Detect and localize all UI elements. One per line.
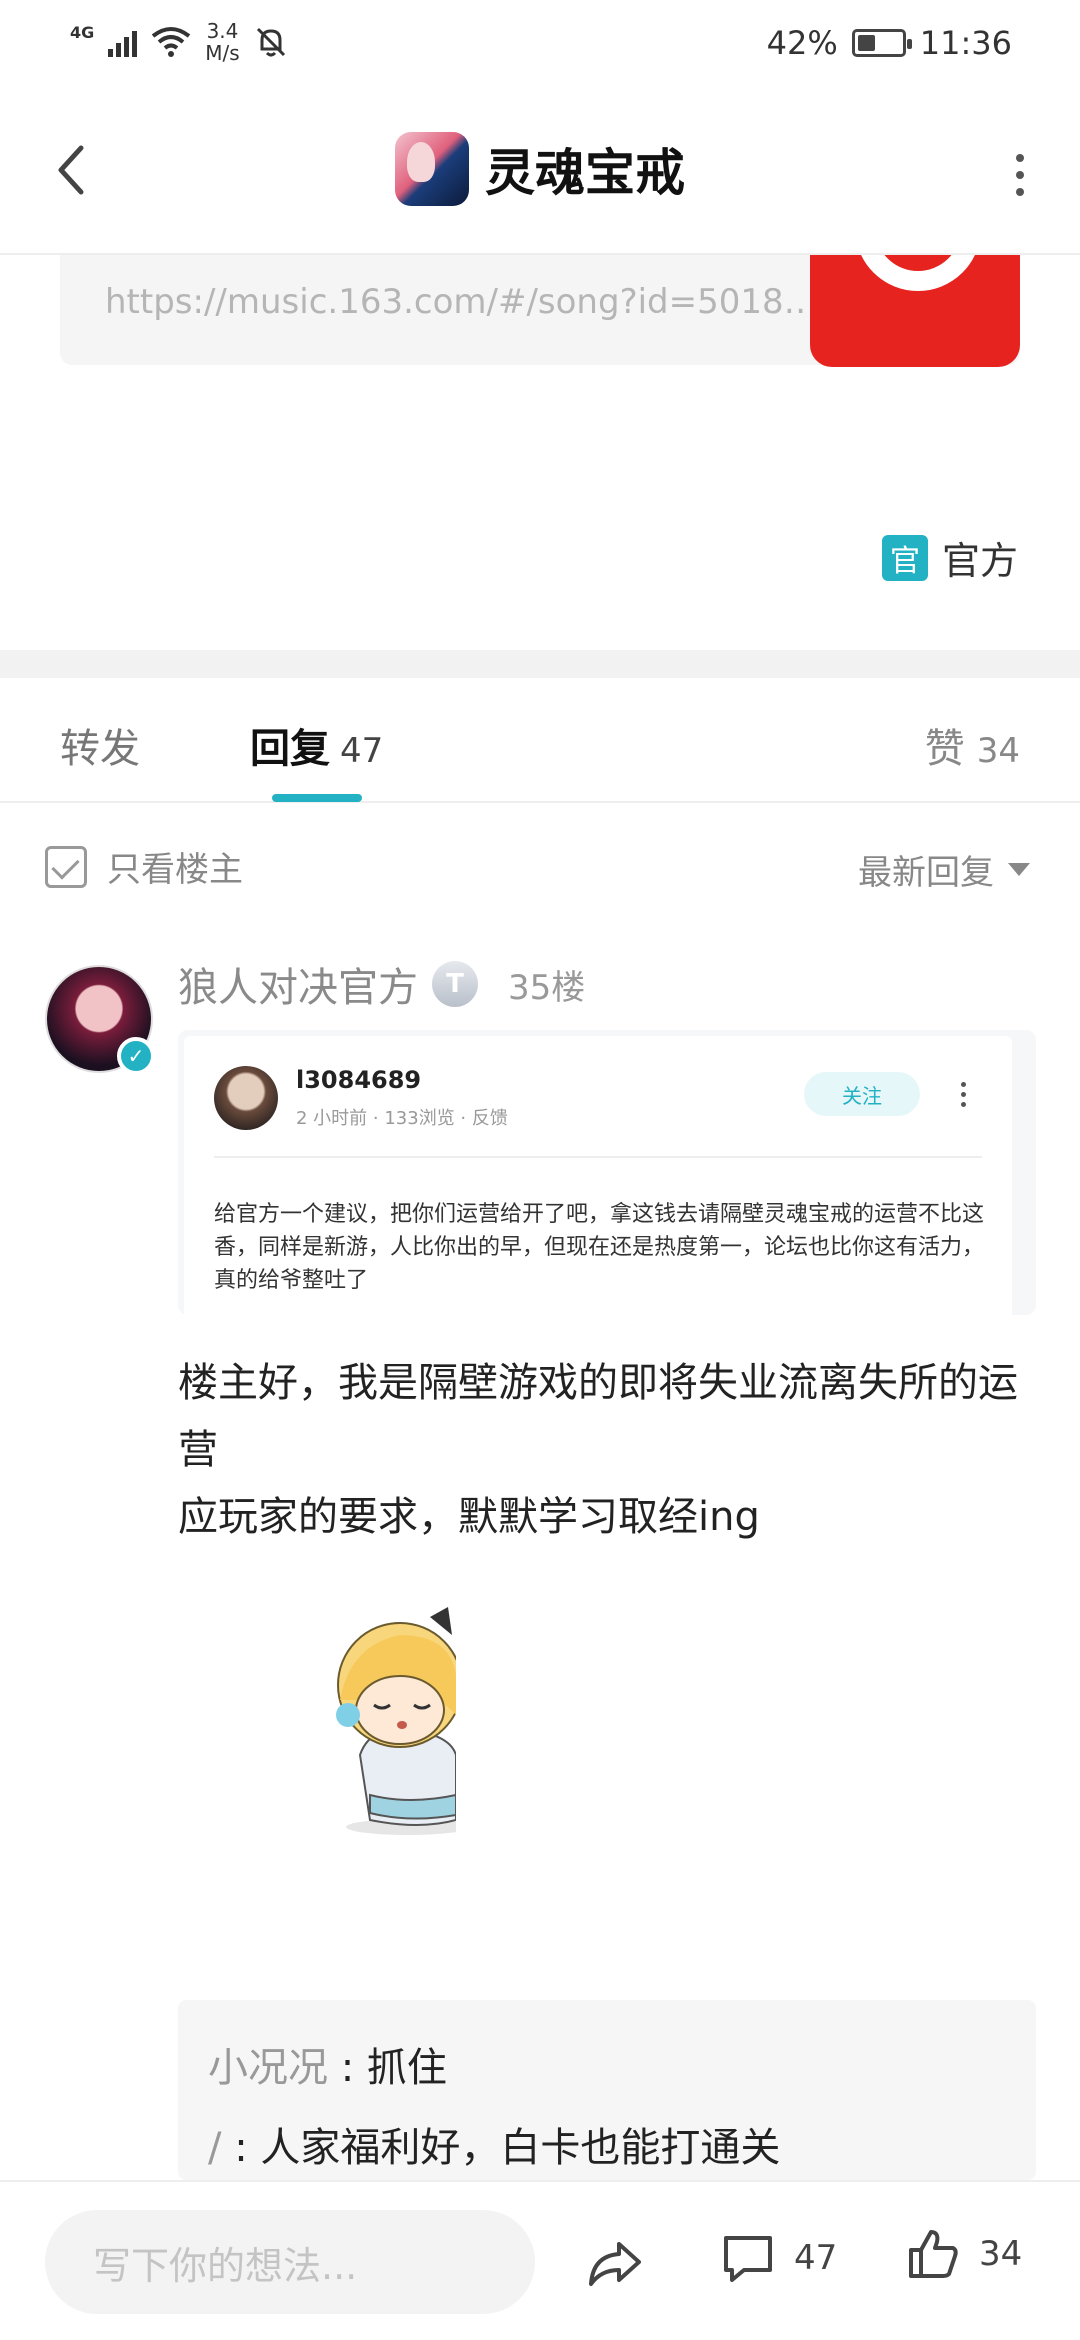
battery-icon xyxy=(851,29,912,57)
section-divider xyxy=(0,650,1080,678)
sub-reply-user[interactable]: 小况况 xyxy=(208,2045,328,2091)
quoted-more-icon xyxy=(956,1074,970,1114)
status-bar: 4G 3.4 M/s 42% 11:36 xyxy=(0,0,1080,90)
tab-reply[interactable]: 回复 47 xyxy=(250,716,383,774)
tab-forward[interactable]: 转发 xyxy=(60,716,140,774)
battery-percent: 42% xyxy=(766,24,838,62)
tab-like-count: 34 xyxy=(976,731,1020,771)
quoted-follow-button: 关注 xyxy=(804,1072,920,1116)
comment-count: 47 xyxy=(794,2238,838,2278)
active-tab-indicator xyxy=(272,794,362,802)
filter-row: 只看楼主 最新回复 xyxy=(0,805,1080,920)
network-type: 4G xyxy=(70,22,95,42)
tab-bar: 转发 回复 47 赞 34 xyxy=(0,678,1080,803)
header: 灵魂宝戒 xyxy=(0,90,1080,255)
only-owner-label: 只看楼主 xyxy=(107,850,243,890)
sub-reply-user[interactable]: / xyxy=(208,2125,221,2171)
title-group[interactable]: 灵魂宝戒 xyxy=(0,132,1080,206)
wifi-icon xyxy=(152,27,191,57)
sticker-image[interactable] xyxy=(330,1605,456,1837)
status-left: 4G 3.4 M/s xyxy=(70,20,288,64)
author-name[interactable]: 狼人对决官方 xyxy=(178,955,418,1013)
tab-reply-count: 47 xyxy=(340,731,384,771)
quoted-screenshot[interactable]: l3084689 2 小时前 · 133浏览 · 反馈 关注 给官方一个建议，把… xyxy=(178,1030,1036,1315)
sub-reply-separator: : xyxy=(328,2045,367,2091)
sort-label: 最新回复 xyxy=(858,853,994,893)
sub-reply-text: 抓住 xyxy=(366,2045,447,2091)
comment-bubble-icon xyxy=(724,2236,772,2282)
tab-reply-label: 回复 xyxy=(250,726,330,772)
floor-number: 35楼 xyxy=(508,967,586,1008)
quoted-body: 给官方一个建议，把你们运营给开了吧，拿这钱去请隔壁灵魂宝戒的运营不比这香，同样是… xyxy=(214,1202,985,1293)
caret-down-icon xyxy=(1008,863,1030,876)
tab-like-label: 赞 xyxy=(924,726,965,772)
thumbs-up-icon xyxy=(909,2230,958,2278)
checkbox-icon xyxy=(45,845,87,888)
like-count: 34 xyxy=(979,2234,1023,2274)
comment-placeholder: 写下你的想法... xyxy=(93,2243,358,2288)
sub-reply-text: 人家福利好，白卡也能打通关 xyxy=(260,2125,781,2171)
tab-forward-label: 转发 xyxy=(60,726,140,772)
page-title: 灵魂宝戒 xyxy=(485,144,685,202)
bottom-action-bar: 写下你的想法... 47 34 xyxy=(0,2180,1080,2340)
comment-input[interactable]: 写下你的想法... xyxy=(45,2210,535,2314)
signal-icon xyxy=(108,27,138,57)
network-speed: 3.4 M/s xyxy=(205,20,239,64)
mute-bell-icon xyxy=(256,27,285,57)
avatar[interactable]: ✓ xyxy=(45,965,155,1075)
sub-reply-item[interactable]: 小况况 : 抓住 xyxy=(208,2035,447,2093)
battery-fill xyxy=(857,35,876,51)
sub-reply-list: 小况况 : 抓住 / : 人家福利好，白卡也能打通关 xyxy=(178,2000,1036,2180)
quoted-divider xyxy=(214,1156,982,1158)
official-badge-icon: 官 xyxy=(881,534,928,581)
speed-value: 3.4 xyxy=(206,19,239,43)
share-arrow-icon xyxy=(589,2242,641,2286)
author-row: 狼人对决官方 T 35楼 xyxy=(178,955,585,1013)
comment-button[interactable]: 47 xyxy=(720,2230,837,2286)
official-tag: 官 官方 xyxy=(881,530,1018,585)
clock: 11:36 xyxy=(919,24,1012,62)
status-right: 42% 11:36 xyxy=(767,24,1012,62)
game-icon xyxy=(395,132,469,206)
quoted-post: l3084689 2 小时前 · 133浏览 · 反馈 关注 给官方一个建议，把… xyxy=(184,1036,1012,1315)
quoted-meta: 2 小时前 · 133浏览 · 反馈 xyxy=(296,1108,508,1129)
level-badge-icon: T xyxy=(432,961,478,1007)
link-url: https://music.163.com/#/song?id=50182... xyxy=(105,282,825,322)
tab-like[interactable]: 赞 34 xyxy=(925,716,1020,774)
quoted-avatar xyxy=(214,1066,278,1130)
more-options-button[interactable] xyxy=(1000,145,1040,205)
speed-unit: M/s xyxy=(205,41,240,65)
sub-reply-item[interactable]: / : 人家福利好，白卡也能打通关 xyxy=(208,2115,780,2173)
sub-reply-separator: : xyxy=(221,2125,261,2171)
netease-music-logo[interactable] xyxy=(810,255,1020,367)
verified-check-icon: ✓ xyxy=(117,1037,155,1075)
sort-dropdown[interactable]: 最新回复 xyxy=(858,845,1030,894)
like-button[interactable]: 34 xyxy=(905,2226,1022,2282)
only-owner-toggle[interactable]: 只看楼主 xyxy=(45,842,243,891)
post-body: 楼主好，我是隔壁游戏的即将失业流离失所的运营 应玩家的要求，默默学习取经ing xyxy=(178,1360,1018,1540)
quoted-username: l3084689 xyxy=(296,1066,422,1094)
official-label: 官方 xyxy=(941,539,1018,583)
share-button[interactable] xyxy=(585,2232,645,2292)
